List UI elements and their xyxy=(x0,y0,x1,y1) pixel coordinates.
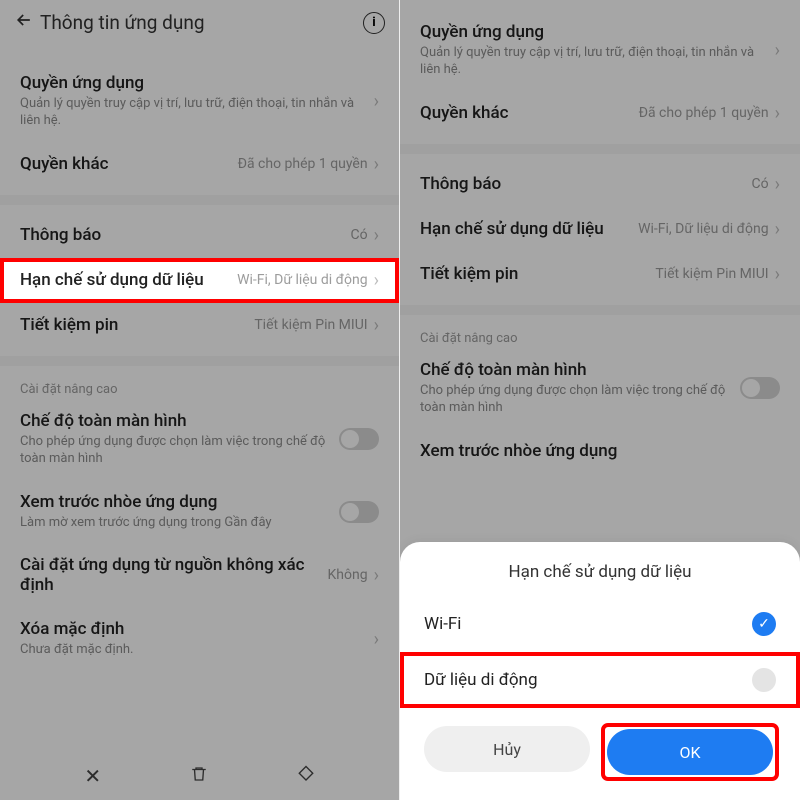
row-label: Cài đặt ứng dụng từ nguồn không xác định xyxy=(20,555,328,595)
info-icon[interactable]: i xyxy=(363,12,385,34)
chevron-right-icon: › xyxy=(775,174,780,195)
check-on-icon: ✓ xyxy=(752,612,776,636)
row-sub: Cho phép ứng dụng được chọn làm việc tro… xyxy=(20,434,339,468)
row-value: Wi-Fi, Dữ liệu di động xyxy=(237,272,368,288)
data-restrict-sheet: Hạn chế sử dụng dữ liệu Wi-Fi ✓ Dữ liệu … xyxy=(400,542,800,800)
header: Thông tin ứng dụng i xyxy=(0,0,399,41)
row-value: Wi-Fi, Dữ liệu di động xyxy=(638,221,769,237)
cancel-button[interactable]: Hủy xyxy=(424,726,590,772)
row-sub: Quản lý quyền truy cập vị trí, lưu trữ, … xyxy=(420,45,775,79)
row-battery-saver[interactable]: Tiết kiệm pin Tiết kiệm Pin MIUI › xyxy=(0,303,399,348)
chevron-right-icon: › xyxy=(775,264,780,285)
left-screenshot: Thông tin ứng dụng i Quyền ứng dụng Quản… xyxy=(0,0,400,800)
row-fullscreen-mode[interactable]: Chế độ toàn màn hình Cho phép ứng dụng đ… xyxy=(400,348,800,429)
chevron-right-icon: › xyxy=(374,315,379,336)
row-blur-preview[interactable]: Xem trước nhòe ứng dụng xyxy=(400,429,800,473)
chevron-right-icon: › xyxy=(374,225,379,246)
back-icon[interactable] xyxy=(14,10,40,35)
chevron-right-icon: › xyxy=(374,91,379,112)
bottom-toolbar: ✕ xyxy=(0,752,399,800)
row-value: Không xyxy=(328,567,368,583)
toggle-off[interactable] xyxy=(339,501,379,523)
row-label: Thông báo xyxy=(20,225,350,245)
row-label: Thông báo xyxy=(420,174,751,194)
row-other-permissions[interactable]: Quyền khác Đã cho phép 1 quyền › xyxy=(0,142,399,187)
row-label: Xem trước nhòe ứng dụng xyxy=(20,492,339,512)
ok-button-highlight: OK xyxy=(604,726,776,778)
row-label: Hạn chế sử dụng dữ liệu xyxy=(20,270,237,290)
chevron-right-icon: › xyxy=(374,154,379,175)
row-unknown-sources[interactable]: Cài đặt ứng dụng từ nguồn không xác định… xyxy=(0,543,399,607)
close-icon[interactable]: ✕ xyxy=(84,764,101,788)
row-label: Quyền khác xyxy=(20,154,238,174)
row-other-permissions[interactable]: Quyền khác Đã cho phép 1 quyền › xyxy=(400,91,800,136)
row-battery-saver[interactable]: Tiết kiệm pin Tiết kiệm Pin MIUI › xyxy=(400,252,800,297)
row-label: Chế độ toàn màn hình xyxy=(20,411,339,431)
ok-button[interactable]: OK xyxy=(607,729,773,775)
row-notifications[interactable]: Thông báo Có › xyxy=(400,162,800,207)
right-screenshot: Quyền ứng dụng Quản lý quyền truy cập vị… xyxy=(400,0,800,800)
chevron-right-icon: › xyxy=(775,219,780,240)
row-sub: Quản lý quyền truy cập vị trí, lưu trữ, … xyxy=(20,96,374,130)
chevron-right-icon: › xyxy=(775,40,780,61)
row-sub: Làm mờ xem trước ứng dụng trong Gần đây xyxy=(20,515,339,532)
row-label: Xóa mặc định xyxy=(20,619,374,639)
row-sub: Cho phép ứng dụng được chọn làm việc tro… xyxy=(420,383,740,417)
row-label: Tiết kiệm pin xyxy=(20,315,254,335)
toggle-off[interactable] xyxy=(339,428,379,450)
option-label: Wi-Fi xyxy=(424,614,461,634)
sheet-button-row: Hủy OK xyxy=(400,708,800,800)
row-value: Đã cho phép 1 quyền xyxy=(639,105,769,121)
chevron-right-icon: › xyxy=(374,270,379,291)
page-title: Thông tin ứng dụng xyxy=(40,11,363,34)
row-fullscreen-mode[interactable]: Chế độ toàn màn hình Cho phép ứng dụng đ… xyxy=(0,399,399,480)
row-app-permissions[interactable]: Quyền ứng dụng Quản lý quyền truy cập vị… xyxy=(400,10,800,91)
row-value: Có xyxy=(751,176,768,192)
row-value: Có xyxy=(350,227,367,243)
row-label: Quyền khác xyxy=(420,103,639,123)
section-advanced-title: Cài đặt nâng cao xyxy=(0,374,399,399)
row-clear-defaults[interactable]: Xóa mặc định Chưa đặt mặc định. › xyxy=(0,607,399,671)
sheet-option-mobile-data[interactable]: Dữ liệu di động xyxy=(400,652,800,708)
option-label: Dữ liệu di động xyxy=(424,670,538,690)
row-label: Xem trước nhòe ứng dụng xyxy=(420,441,780,461)
row-label: Tiết kiệm pin xyxy=(420,264,655,284)
chevron-right-icon: › xyxy=(374,629,379,650)
row-label: Quyền ứng dụng xyxy=(420,22,775,42)
tag-icon[interactable] xyxy=(297,764,315,788)
section-advanced-title: Cài đặt nâng cao xyxy=(400,323,800,348)
trash-icon[interactable] xyxy=(190,764,208,788)
row-data-usage-restrict[interactable]: Hạn chế sử dụng dữ liệu Wi-Fi, Dữ liệu d… xyxy=(400,207,800,252)
row-blur-preview[interactable]: Xem trước nhòe ứng dụng Làm mờ xem trước… xyxy=(0,480,399,544)
sheet-option-wifi[interactable]: Wi-Fi ✓ xyxy=(400,596,800,652)
row-data-usage-restrict[interactable]: Hạn chế sử dụng dữ liệu Wi-Fi, Dữ liệu d… xyxy=(0,258,399,303)
row-value: Tiết kiệm Pin MIUI xyxy=(254,317,367,333)
row-label: Chế độ toàn màn hình xyxy=(420,360,740,380)
chevron-right-icon: › xyxy=(775,103,780,124)
toggle-off[interactable] xyxy=(740,377,780,399)
sheet-title: Hạn chế sử dụng dữ liệu xyxy=(400,554,800,596)
chevron-right-icon: › xyxy=(374,565,379,586)
row-label: Hạn chế sử dụng dữ liệu xyxy=(420,219,638,239)
row-value: Đã cho phép 1 quyền xyxy=(238,156,368,172)
row-notifications[interactable]: Thông báo Có › xyxy=(0,213,399,258)
row-sub: Chưa đặt mặc định. xyxy=(20,642,374,659)
row-app-permissions[interactable]: Quyền ứng dụng Quản lý quyền truy cập vị… xyxy=(0,61,399,142)
row-value: Tiết kiệm Pin MIUI xyxy=(655,266,768,282)
check-off-icon xyxy=(752,668,776,692)
row-label: Quyền ứng dụng xyxy=(20,73,374,93)
